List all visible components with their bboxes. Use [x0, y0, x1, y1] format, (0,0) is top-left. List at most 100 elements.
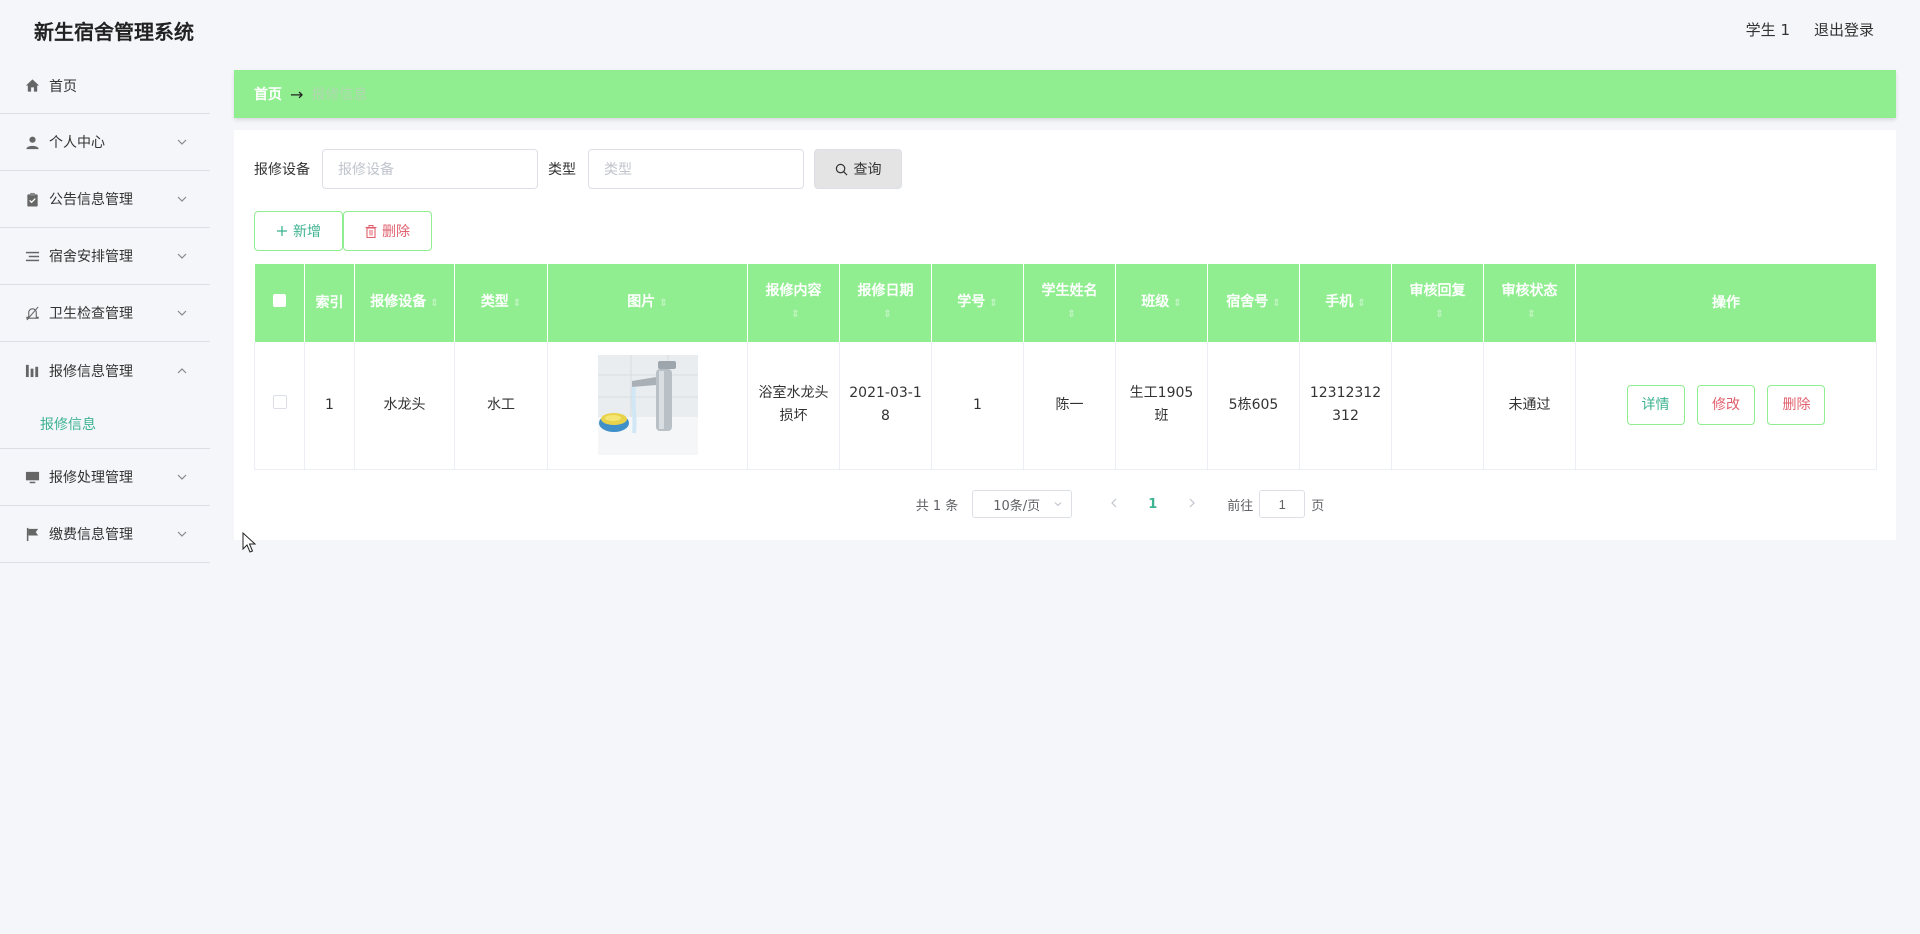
prev-page-button[interactable]	[1102, 497, 1126, 512]
column-header-type[interactable]: 类型 ⇕	[454, 264, 548, 342]
sort-icon[interactable]: ⇕	[883, 309, 891, 320]
goto-suffix: 页	[1311, 498, 1325, 514]
pagination: 共 1 条 10条/页 1 前往 页	[234, 490, 1896, 518]
edit-button[interactable]: 修改	[1697, 385, 1755, 426]
search-icon	[835, 163, 847, 175]
page-number[interactable]: 1	[1148, 497, 1157, 512]
plus-icon	[277, 226, 287, 236]
logout-link[interactable]: 退出登录	[1814, 19, 1874, 40]
cell-dorm: 5栋605	[1207, 342, 1300, 470]
chevron-down-icon	[177, 196, 187, 202]
bell-off-icon	[24, 305, 40, 321]
equipment-search-input[interactable]	[322, 149, 538, 189]
sidebar-item-label: 公告信息管理	[49, 192, 133, 208]
repair-table: 索引 报修设备 ⇕ 类型 ⇕ 图片 ⇕ 报修内容 ⇕ 报修日期 ⇕ 学号 ⇕ 学生姓名 ⇕ 班…	[254, 264, 1877, 470]
select-all-checkbox-cell[interactable]	[254, 264, 305, 342]
cell-equipment: 水龙头	[354, 342, 455, 470]
sort-icon[interactable]: ⇕	[1357, 298, 1365, 309]
bulk-delete-button[interactable]: 删除	[343, 211, 432, 251]
sort-icon[interactable]: ⇕	[1272, 298, 1280, 309]
cell-operations: 详情 修改 删除	[1575, 342, 1877, 470]
sidebar-item-label: 缴费信息管理	[49, 527, 133, 543]
breadcrumb-home[interactable]: 首页	[254, 84, 282, 104]
user-label[interactable]: 学生 1	[1746, 19, 1790, 40]
column-header-student-name[interactable]: 学生姓名 ⇕	[1023, 264, 1116, 342]
sidebar-item-repair-info-management[interactable]: 报修信息管理	[0, 342, 210, 399]
sidebar-item-personal-center[interactable]: 个人中心	[0, 114, 210, 171]
sidebar-item-label: 宿舍安排管理	[49, 249, 133, 265]
faucet-image	[597, 355, 698, 456]
chevron-right-icon	[1189, 498, 1195, 507]
sort-icon[interactable]: ⇕	[1067, 309, 1075, 320]
column-header-dorm[interactable]: 宿舍号 ⇕	[1207, 264, 1300, 342]
breadcrumb-current: 报修信息	[311, 87, 368, 103]
next-page-button[interactable]	[1179, 497, 1203, 512]
pagination-total: 共 1 条	[915, 498, 959, 514]
select-all-checkbox[interactable]	[272, 294, 286, 307]
chevron-down-icon	[177, 253, 187, 259]
cell-review-status: 未通过	[1483, 342, 1576, 470]
cell-student-name: 陈一	[1023, 342, 1116, 470]
page-size-value: 10条/页	[993, 498, 1041, 514]
sidebar-item-payment-management[interactable]: 缴费信息管理	[0, 506, 210, 563]
sidebar-item-hygiene-check[interactable]: 卫生检查管理	[0, 285, 210, 342]
chevron-up-icon	[177, 367, 187, 373]
home-icon	[24, 78, 40, 94]
sidebar-item-home[interactable]: 首页	[0, 58, 210, 114]
top-bar: 新生宿舍管理系统 学生 1 退出登录	[0, 0, 1920, 60]
column-header-date[interactable]: 报修日期 ⇕	[839, 264, 932, 342]
row-checkbox-cell[interactable]	[254, 342, 305, 470]
action-buttons: 新增 删除	[254, 211, 432, 251]
sort-icon[interactable]: ⇕	[1173, 298, 1181, 309]
cell-review-reply	[1391, 342, 1484, 470]
goto-page-input[interactable]	[1259, 490, 1306, 518]
column-header-content[interactable]: 报修内容 ⇕	[747, 264, 840, 342]
sort-icon[interactable]: ⇕	[430, 298, 438, 309]
row-checkbox[interactable]	[272, 394, 287, 409]
column-header-index: 索引	[304, 264, 355, 342]
sort-icon[interactable]: ⇕	[659, 298, 667, 309]
list-icon	[24, 248, 40, 264]
chevron-left-icon	[1110, 498, 1117, 507]
sidebar-item-notice-management[interactable]: 公告信息管理	[0, 171, 210, 228]
cell-class: 生工1905班	[1115, 342, 1208, 470]
sort-icon[interactable]: ⇕	[989, 298, 997, 309]
cell-image	[547, 342, 748, 470]
table-header-row: 索引 报修设备 ⇕ 类型 ⇕ 图片 ⇕ 报修内容 ⇕ 报修日期 ⇕ 学号 ⇕ 学生姓名 ⇕ 班…	[254, 264, 1877, 342]
sidebar: 首页 个人中心 公告信息管理 宿舍安排管理 卫生检查管理 报修信息管理 报修信息…	[0, 58, 210, 934]
sidebar-item-label: 个人中心	[49, 135, 105, 151]
column-header-image[interactable]: 图片 ⇕	[547, 264, 748, 342]
column-header-review-status[interactable]: 审核状态 ⇕	[1483, 264, 1576, 342]
add-button-label: 新增	[293, 224, 321, 240]
page-size-select[interactable]: 10条/页	[972, 490, 1073, 518]
query-button-label: 查询	[853, 162, 882, 178]
cell-content: 浴室水龙头损坏	[747, 342, 840, 470]
user-icon	[24, 134, 40, 150]
search-form: 报修设备 类型 查询	[254, 149, 902, 189]
sort-icon[interactable]: ⇕	[1527, 309, 1535, 320]
cell-date: 2021-03-18	[839, 342, 932, 470]
goto-page: 前往 页	[1227, 490, 1324, 518]
column-header-phone[interactable]: 手机 ⇕	[1299, 264, 1392, 342]
sidebar-item-dorm-arrangement[interactable]: 宿舍安排管理	[0, 228, 210, 285]
query-button[interactable]: 查询	[814, 149, 902, 189]
trash-icon	[365, 224, 377, 238]
column-header-review-reply[interactable]: 审核回复 ⇕	[1391, 264, 1484, 342]
sort-icon[interactable]: ⇕	[791, 309, 799, 320]
sort-icon[interactable]: ⇕	[513, 298, 521, 309]
clipboard-icon	[24, 191, 40, 207]
detail-button[interactable]: 详情	[1626, 385, 1685, 426]
add-button[interactable]: 新增	[254, 211, 343, 251]
sort-icon[interactable]: ⇕	[1435, 309, 1443, 320]
column-header-student-no[interactable]: 学号 ⇕	[931, 264, 1024, 342]
sidebar-item-label: 报修信息管理	[49, 363, 133, 380]
sidebar-item-repair-handling[interactable]: 报修处理管理	[0, 449, 210, 506]
column-header-equipment[interactable]: 报修设备 ⇕	[354, 264, 455, 342]
monitor-icon	[24, 469, 40, 485]
chevron-down-icon	[177, 474, 187, 480]
row-delete-button[interactable]: 删除	[1767, 385, 1826, 426]
sidebar-subitem-repair-info[interactable]: 报修信息	[0, 399, 210, 449]
type-search-input[interactable]	[588, 149, 804, 189]
chevron-down-icon	[177, 139, 187, 145]
column-header-class[interactable]: 班级 ⇕	[1115, 264, 1208, 342]
